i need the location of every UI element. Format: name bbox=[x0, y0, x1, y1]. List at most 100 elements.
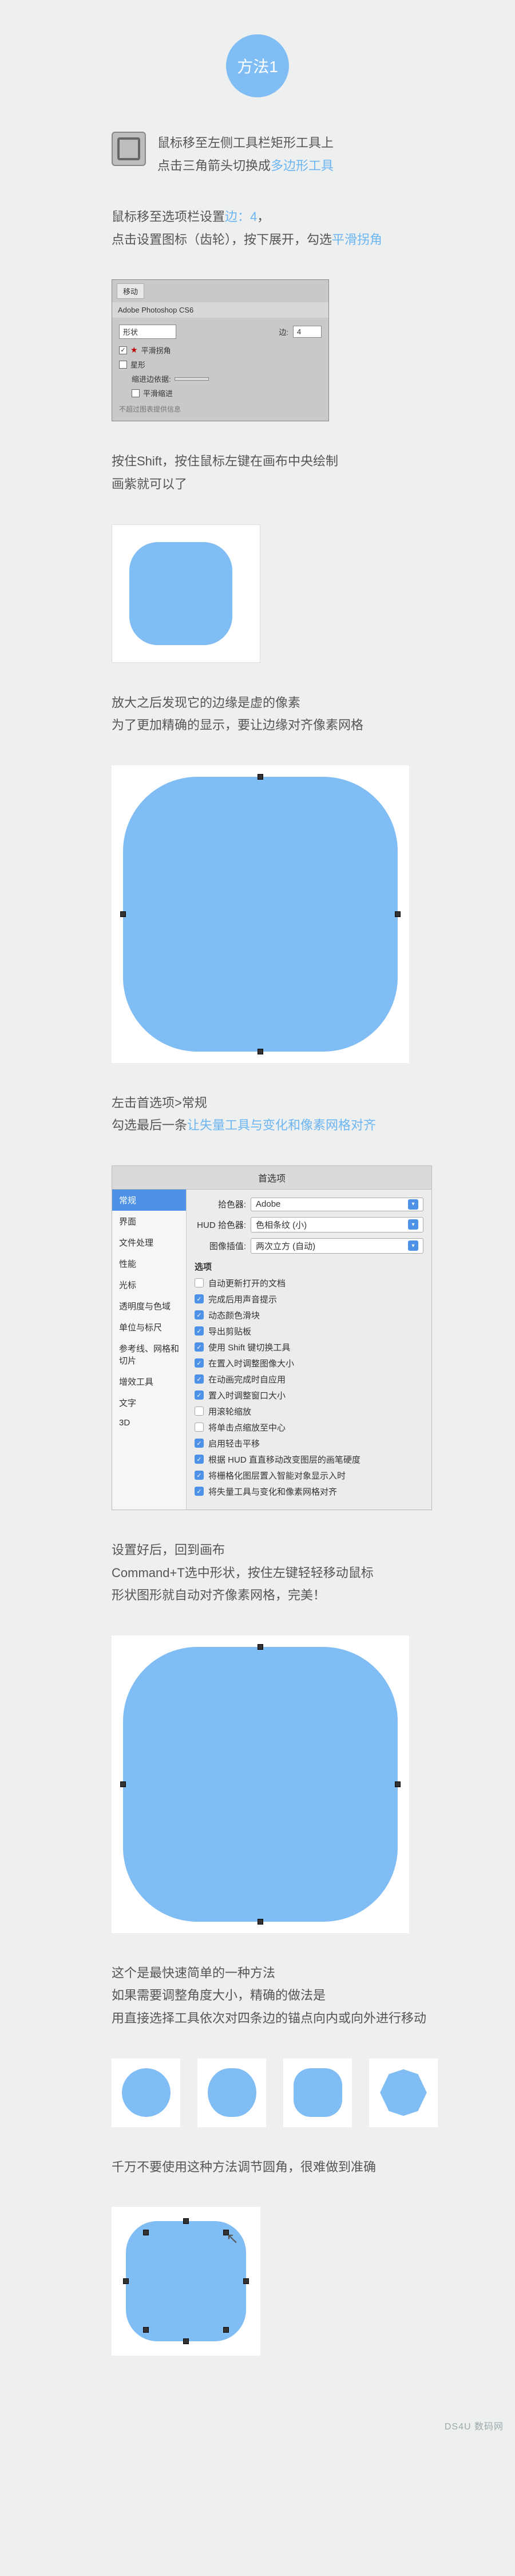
shape-variant-3 bbox=[283, 2059, 352, 2127]
pref-checkbox[interactable] bbox=[195, 1439, 204, 1448]
pref-checkbox[interactable] bbox=[195, 1326, 204, 1336]
ps-indent-input[interactable] bbox=[175, 377, 209, 381]
pref-side-item[interactable]: 文件处理 bbox=[112, 1232, 186, 1253]
dropdown-icon: ▾ bbox=[408, 1240, 418, 1251]
pref-interp-select[interactable]: 两次立方 (自动) ▾ bbox=[251, 1238, 423, 1254]
pref-check-row: 根据 HUD 直直移动改变图层的画笔硬度 bbox=[195, 1453, 423, 1465]
ps-star-checkbox[interactable] bbox=[119, 361, 127, 369]
big-shape-preview-1 bbox=[112, 765, 409, 1063]
anchor-point[interactable] bbox=[120, 1781, 126, 1787]
preferences-panel: 首选项 常规 界面 文件处理 性能 光标 透明度与色域 单位与标尺 参考线、网格… bbox=[112, 1165, 432, 1510]
anchor-point[interactable] bbox=[183, 2338, 189, 2344]
pref-checkbox[interactable] bbox=[195, 1342, 204, 1352]
big-squircle-1 bbox=[123, 777, 398, 1052]
pref-main: 拾色器: Adobe▾ HUD 拾色器: 色相条纹 (小)▾ 图像插值: 两次立… bbox=[187, 1190, 431, 1510]
anchor-point[interactable] bbox=[258, 774, 263, 780]
photoshop-options-panel: 移动 Adobe Photoshop CS6 形状 边: 4 ★ 平滑拐角 bbox=[112, 279, 329, 421]
pref-checkbox[interactable] bbox=[195, 1406, 204, 1416]
pref-checkbox[interactable] bbox=[195, 1310, 204, 1319]
step1-line1a: 鼠标移至选项栏设置 bbox=[112, 210, 225, 224]
ps-titlebar: Adobe Photoshop CS6 bbox=[112, 302, 328, 318]
pref-side-item[interactable]: 3D bbox=[112, 1413, 186, 1432]
pref-side-item[interactable]: 参考线、网格和切片 bbox=[112, 1338, 186, 1371]
pref-check-label: 置入时调整窗口大小 bbox=[208, 1389, 286, 1401]
ps-smooth-indent-label: 平滑缩进 bbox=[143, 388, 173, 398]
pref-checkbox[interactable] bbox=[195, 1471, 204, 1480]
pref-side-item[interactable]: 增效工具 bbox=[112, 1371, 186, 1392]
anchor-point[interactable] bbox=[258, 1049, 263, 1054]
shape-variant-1 bbox=[112, 2059, 180, 2127]
step3-line1: 放大之后发现它的边缘是虚的像素 bbox=[112, 692, 515, 714]
step4-line1: 左击首选项>常规 bbox=[112, 1092, 515, 1115]
ps-smooth-indent-checkbox[interactable] bbox=[132, 389, 140, 397]
ps-tab: 移动 bbox=[117, 283, 144, 299]
pref-interp-value: 两次立方 (自动) bbox=[256, 1240, 315, 1252]
ps-shape-select[interactable]: 形状 bbox=[119, 325, 176, 339]
anchor-point[interactable] bbox=[143, 2230, 149, 2235]
pref-check-label: 导出剪贴板 bbox=[208, 1325, 251, 1337]
pref-hud-select[interactable]: 色相条纹 (小)▾ bbox=[251, 1217, 423, 1232]
pref-checkbox[interactable] bbox=[195, 1278, 204, 1287]
pref-checkbox[interactable] bbox=[195, 1455, 204, 1464]
anchor-point[interactable] bbox=[243, 2278, 249, 2284]
step6-line3: 用直接选择工具依次对四条边的锚点向内或向外进行移动 bbox=[112, 2007, 515, 2030]
ps-smooth-checkbox[interactable] bbox=[119, 346, 127, 354]
ps-edges-input[interactable]: 4 bbox=[293, 326, 322, 338]
pref-side-item[interactable]: 常规 bbox=[112, 1190, 186, 1211]
pref-check-row: 置入时调整窗口大小 bbox=[195, 1389, 423, 1401]
pref-side-item[interactable]: 透明度与色域 bbox=[112, 1295, 186, 1317]
pref-hud-label: HUD 拾色器: bbox=[195, 1219, 246, 1231]
intro-line2b: 多边形工具 bbox=[271, 159, 334, 173]
pref-check-row: 在置入时调整图像大小 bbox=[195, 1357, 423, 1369]
step1-line2b: 平滑拐角 bbox=[332, 232, 382, 247]
step1-line2a: 点击设置图标（齿轮），按下展开，勾选 bbox=[112, 232, 332, 247]
pref-check-label: 使用 Shift 键切换工具 bbox=[208, 1341, 290, 1353]
watermark: DS4U 数码网 bbox=[0, 2419, 515, 2432]
pref-check-row: 完成后用声音提示 bbox=[195, 1293, 423, 1305]
pref-check-row: 将栅格化图层置入智能对象显示入时 bbox=[195, 1469, 423, 1481]
intro-text: 鼠标移至左侧工具栏矩形工具上 点击三角箭头切换成多边形工具 bbox=[157, 132, 334, 177]
step1-line1c: ， bbox=[257, 210, 270, 224]
pref-picker-select[interactable]: Adobe▾ bbox=[251, 1198, 423, 1211]
pref-checkbox[interactable] bbox=[195, 1374, 204, 1384]
step4-line2b: 让失量工具与变化和像素网格对齐 bbox=[187, 1118, 376, 1132]
pref-check-label: 在动画完成时自应用 bbox=[208, 1373, 286, 1385]
pref-check-row: 使用 Shift 键切换工具 bbox=[195, 1341, 423, 1353]
pref-side-item[interactable]: 文字 bbox=[112, 1392, 186, 1413]
anchor-point[interactable] bbox=[123, 2278, 129, 2284]
pref-checkbox[interactable] bbox=[195, 1423, 204, 1432]
step1-line1b: 边：4 bbox=[225, 210, 257, 224]
pref-check-row: 动态颜色滑块 bbox=[195, 1309, 423, 1321]
anchor-point[interactable] bbox=[395, 1781, 401, 1787]
pref-side-item[interactable]: 光标 bbox=[112, 1274, 186, 1295]
pref-side-item[interactable]: 界面 bbox=[112, 1211, 186, 1232]
pref-side-item[interactable]: 性能 bbox=[112, 1253, 186, 1274]
pref-check-row: 导出剪贴板 bbox=[195, 1325, 423, 1337]
pref-checkbox[interactable] bbox=[195, 1390, 204, 1400]
pref-checkbox[interactable] bbox=[195, 1358, 204, 1368]
step5-text: 设置好后，回到画布 Command+T选中形状，按住左键轻轻移动鼠标 形状图形就… bbox=[112, 1539, 515, 1607]
ps-info: 不超过图表提供信息 bbox=[119, 404, 322, 414]
pref-side-item[interactable]: 单位与标尺 bbox=[112, 1317, 186, 1338]
pref-check-label: 将单击点缩放至中心 bbox=[208, 1421, 286, 1433]
pref-checkbox[interactable] bbox=[195, 1294, 204, 1303]
pref-check-label: 动态颜色滑块 bbox=[208, 1309, 260, 1321]
anchor-point[interactable] bbox=[143, 2327, 149, 2333]
step2-text: 按住Shift，按住鼠标左键在画布中央绘制 画紫就可以了 bbox=[112, 450, 515, 495]
pref-picker-value: Adobe bbox=[256, 1199, 280, 1209]
pref-check-label: 启用轻击平移 bbox=[208, 1437, 260, 1449]
anchor-point[interactable] bbox=[258, 1644, 263, 1650]
mini-shape-preview bbox=[112, 524, 260, 663]
anchor-point[interactable] bbox=[183, 2218, 189, 2224]
pref-title: 首选项 bbox=[112, 1166, 431, 1190]
anchor-point[interactable] bbox=[395, 911, 401, 917]
step6-line2: 如果需要调整角度大小，精确的做法是 bbox=[112, 1984, 515, 2007]
pref-check-label: 在置入时调整图像大小 bbox=[208, 1357, 294, 1369]
step4-text: 左击首选项>常规 勾选最后一条让失量工具与变化和像素网格对齐 bbox=[112, 1092, 515, 1137]
step5-line3: 形状图形就自动对齐像素网格，完美！ bbox=[112, 1584, 515, 1607]
step3-text: 放大之后发现它的边缘是虚的像素 为了更加精确的显示，要让边缘对齐像素网格 bbox=[112, 692, 515, 737]
anchor-point[interactable] bbox=[120, 911, 126, 917]
pref-checkbox[interactable] bbox=[195, 1487, 204, 1496]
anchor-point[interactable] bbox=[258, 1919, 263, 1925]
anchor-point[interactable] bbox=[223, 2327, 229, 2333]
